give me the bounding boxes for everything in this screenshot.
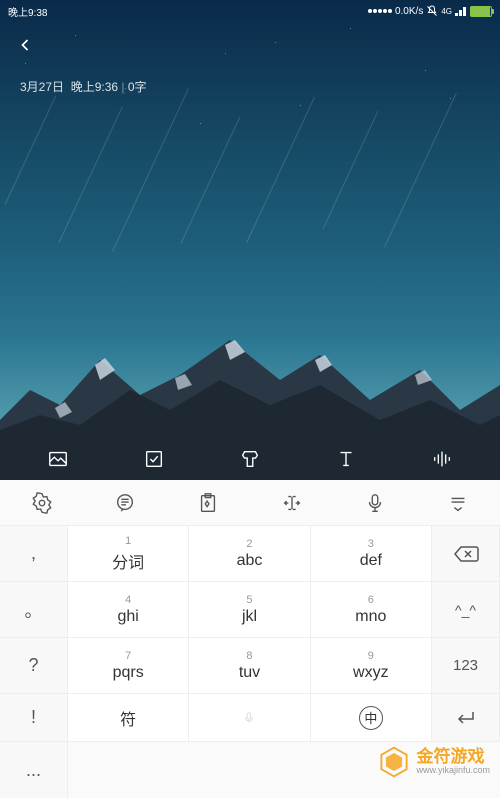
watermark-url: www.yikajinfu.com: [416, 766, 490, 776]
mic-small-icon: [242, 711, 256, 725]
key-face[interactable]: ^_^: [432, 582, 500, 638]
mute-icon: [426, 5, 438, 17]
key-backspace[interactable]: [432, 526, 500, 582]
key-7[interactable]: 7pqrs: [68, 638, 189, 694]
checklist-icon[interactable]: [143, 448, 165, 470]
key-123[interactable]: 123: [432, 638, 500, 694]
key-2[interactable]: 2abc: [189, 526, 310, 582]
key-lang[interactable]: 中: [311, 694, 432, 742]
key-space[interactable]: [189, 694, 310, 742]
watermark-logo-icon: [376, 744, 412, 780]
settings-icon[interactable]: [31, 492, 53, 514]
note-metadata: 3月27日 晚上9:36 | 0字: [20, 78, 147, 95]
key-9[interactable]: 9wxyz: [311, 638, 432, 694]
key-8[interactable]: 8tuv: [189, 638, 310, 694]
note-date: 3月27日: [20, 80, 64, 94]
back-button[interactable]: [15, 35, 35, 61]
key-3[interactable]: 3def: [311, 526, 432, 582]
status-bar: 晚上9:38 0.0K/s 4G: [0, 0, 500, 22]
net-speed: 0.0K/s: [395, 6, 423, 17]
signal-bars-icon: [455, 6, 467, 16]
net-type: 4G: [441, 7, 452, 16]
watermark: 金符游戏 www.yikajinfu.com: [376, 744, 490, 780]
text-icon[interactable]: [335, 448, 357, 470]
key-comma[interactable]: ,: [0, 526, 68, 582]
editor-toolbar: [0, 438, 500, 480]
key-question[interactable]: ?: [0, 638, 68, 694]
key-4[interactable]: 4ghi: [68, 582, 189, 638]
mic-icon[interactable]: [364, 492, 386, 514]
key-symbol[interactable]: 符: [68, 694, 189, 742]
collapse-icon[interactable]: [447, 492, 469, 514]
key-exclaim[interactable]: !: [0, 694, 68, 742]
key-enter[interactable]: [432, 694, 500, 742]
theme-icon[interactable]: [239, 448, 261, 470]
keyboard-toolbar: [0, 480, 500, 526]
status-time: 晚上9:38: [8, 4, 47, 19]
note-word-count: 0字: [128, 80, 147, 94]
enter-icon: [455, 709, 477, 727]
key-6[interactable]: 6mno: [311, 582, 432, 638]
key-5[interactable]: 5jkl: [189, 582, 310, 638]
cursor-icon[interactable]: [281, 492, 303, 514]
battery-icon: [470, 6, 492, 17]
watermark-title: 金符游戏: [416, 748, 490, 767]
key-1[interactable]: 1分词: [68, 526, 189, 582]
signal-icon: [368, 9, 392, 13]
clipboard-icon[interactable]: [197, 492, 219, 514]
backspace-icon: [453, 545, 479, 563]
image-icon[interactable]: [47, 448, 69, 470]
note-time: 晚上9:36: [71, 80, 118, 94]
voice-bars-icon[interactable]: [431, 448, 453, 470]
key-ellipsis[interactable]: ...: [0, 742, 68, 798]
chat-icon[interactable]: [114, 492, 136, 514]
key-period[interactable]: 。: [0, 582, 68, 638]
